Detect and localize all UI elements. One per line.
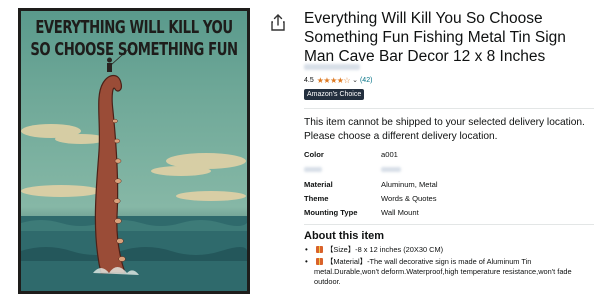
spec-label: Theme <box>304 194 329 203</box>
list-item: 【Material】-The wall decorative sign is m… <box>304 257 594 287</box>
spec-label: Material <box>304 180 333 189</box>
clouds <box>21 124 246 201</box>
about-bullets: 【Size】-8 x 12 inches (20X30 CM) 【Materia… <box>304 245 594 289</box>
spec-value: a001 <box>381 150 398 159</box>
divider <box>304 224 594 225</box>
product-title: Everything Will Kill You So Choose Somet… <box>304 10 566 65</box>
rating-count[interactable]: (42) <box>360 77 372 84</box>
divider <box>304 108 594 109</box>
chevron-down-icon[interactable]: ⌄ <box>352 76 358 84</box>
star-rating-icon[interactable]: ★★★★☆ <box>317 76 351 85</box>
poster-headline-1: EVERYTHING WILL KILL YOU <box>35 18 233 39</box>
spec-value: Aluminum, Metal <box>381 180 438 189</box>
share-icon[interactable] <box>270 14 286 32</box>
gift-icon <box>316 246 323 253</box>
amazons-choice-badge: Amazon's Choice <box>304 89 365 100</box>
redacted-spec-value <box>381 167 401 172</box>
shipping-notice: This item cannot be shipped to your sele… <box>304 117 585 142</box>
about-heading: About this item <box>304 230 385 242</box>
product-image[interactable]: EVERYTHING WILL KILL YOU SO CHOOSE SOMET… <box>18 8 250 294</box>
list-item: 【Size】-8 x 12 inches (20X30 CM) <box>304 245 594 255</box>
bullet-text: 【Material】-The wall decorative sign is m… <box>314 257 572 286</box>
bullet-text: 【Size】-8 x 12 inches (20X30 CM) <box>326 245 444 254</box>
poster-artwork: EVERYTHING WILL KILL YOU SO CHOOSE SOMET… <box>21 11 247 291</box>
rating-row[interactable]: 4.5 ★★★★☆ ⌄ (42) <box>304 74 372 86</box>
rating-value: 4.5 <box>304 76 314 84</box>
spec-value: Words & Quotes <box>381 194 437 203</box>
poster-headline-2: SO CHOOSE SOMETHING FUN <box>30 40 238 61</box>
gift-icon <box>316 258 323 265</box>
spec-label: Mounting Type <box>304 208 358 217</box>
redacted-spec-label <box>304 167 322 172</box>
redacted-store-link <box>304 64 360 70</box>
spec-value: Wall Mount <box>381 208 419 217</box>
spec-label: Color <box>304 150 324 159</box>
